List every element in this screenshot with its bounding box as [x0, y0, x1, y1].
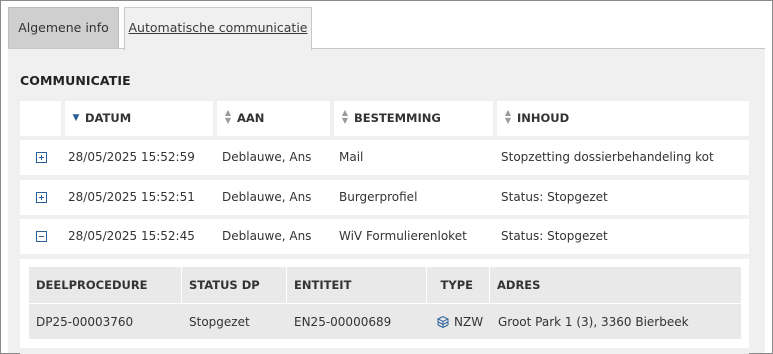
detail-row: DP25-00003760 Stopgezet EN25-00000689 NZ…	[29, 303, 741, 339]
header-aan[interactable]: ▲ ▼ AAN	[217, 101, 330, 136]
sort-both-icon: ▲ ▼	[224, 107, 232, 125]
sort-desc-icon: ▼	[72, 112, 80, 123]
deelprocedure-link[interactable]: DP25-00003760	[36, 304, 133, 340]
header-expand-column	[20, 101, 61, 136]
header-datum-label: DATUM	[85, 111, 132, 125]
section-title: COMMUNICATIE	[20, 73, 131, 88]
table-row-expanded: 28/05/2025 15:52:45 Deblauwe, Ans WiV Fo…	[20, 219, 749, 254]
cell-inhoud: Status: Stopgezet	[501, 190, 608, 204]
detail-adres: Groot Park 1 (3), 3360 Bierbeek	[498, 315, 689, 329]
cell-bestemming: WiV Formulierenloket	[339, 229, 467, 243]
cell-aan-link[interactable]: Deblauwe, Ans	[222, 219, 311, 254]
detail-table: DEELPROCEDURE STATUS DP ENTITEIT TYPE AD…	[29, 267, 741, 339]
window-frame: Algemene info Automatische communicatie …	[0, 0, 773, 354]
header-bestemming-label: BESTEMMING	[354, 111, 441, 125]
detail-header-adres: ADRES	[497, 278, 541, 292]
sort-both-icon: ▲ ▼	[504, 107, 512, 125]
cell-datum: 28/05/2025 15:52:59	[68, 150, 195, 164]
collapse-minus-icon[interactable]	[36, 231, 47, 242]
cell-bestemming: Mail	[339, 150, 364, 164]
detail-header-entiteit: ENTITEIT	[294, 278, 352, 292]
cell-inhoud: Status: Stopgezet	[501, 229, 608, 243]
detail-status: Stopgezet	[189, 315, 250, 329]
detail-header-deelprocedure: DEELPROCEDURE	[36, 278, 148, 292]
cell-inhoud: Stopzetting dossierbehandeling kot	[501, 150, 714, 164]
sort-both-icon: ▲ ▼	[341, 107, 349, 125]
table-row: 28/05/2025 15:52:51 Deblauwe, Ans Burger…	[20, 180, 749, 215]
header-bestemming[interactable]: ▲ ▼ BESTEMMING	[334, 101, 493, 136]
table-row: 28/05/2025 15:52:59 Deblauwe, Ans Mail S…	[20, 140, 749, 175]
header-inhoud[interactable]: ▲ ▼ INHOUD	[497, 101, 749, 136]
row-detail: DEELPROCEDURE STATUS DP ENTITEIT TYPE AD…	[20, 259, 749, 354]
tab-algemene-info[interactable]: Algemene info	[8, 7, 119, 49]
communicatie-panel: COMMUNICATIE ▼ DATUM ▲ ▼ AAN ▲ ▼ BESTEMMING ▲…	[8, 48, 765, 354]
panel-bottom-strip	[20, 348, 749, 354]
detail-type-label: NZW	[454, 315, 484, 329]
header-inhoud-label: INHOUD	[517, 111, 570, 125]
tab-bar: Algemene info Automatische communicatie	[1, 1, 772, 50]
detail-header-type: TYPE	[440, 278, 473, 292]
cell-aan-link[interactable]: Deblauwe, Ans	[222, 140, 311, 175]
building-icon	[437, 315, 449, 328]
expand-plus-icon[interactable]	[36, 192, 47, 203]
expand-plus-icon[interactable]	[36, 152, 47, 163]
cell-datum: 28/05/2025 15:52:45	[68, 229, 195, 243]
header-datum[interactable]: ▼ DATUM	[65, 101, 213, 136]
tab-automatische-communicatie[interactable]: Automatische communicatie	[124, 7, 312, 50]
detail-type: NZW	[437, 304, 483, 340]
entiteit-link[interactable]: EN25-00000689	[294, 304, 391, 340]
cell-aan-link[interactable]: Deblauwe, Ans	[222, 180, 311, 215]
detail-header-status: STATUS DP	[189, 278, 260, 292]
cell-bestemming: Burgerprofiel	[339, 190, 418, 204]
header-aan-label: AAN	[237, 111, 265, 125]
cell-datum: 28/05/2025 15:52:51	[68, 190, 195, 204]
